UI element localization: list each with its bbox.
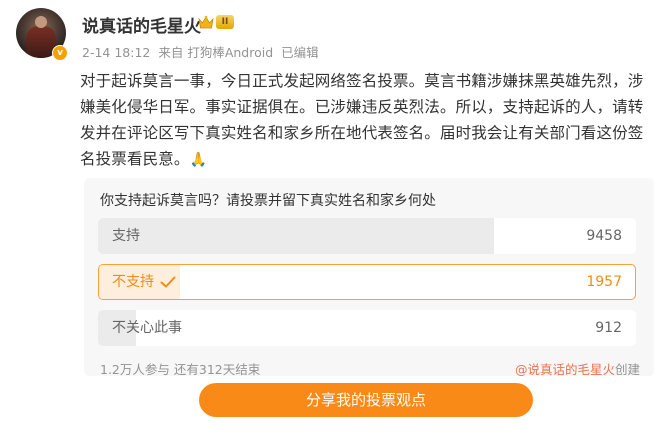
poll-option-support[interactable]: 支持 9458 <box>98 218 636 254</box>
verified-icon: v <box>52 45 68 61</box>
poll-stats: 1.2万人参与 还有312天结束 <box>100 359 260 378</box>
poll-option-count: 912 <box>595 320 622 336</box>
share-vote-button[interactable]: 分享我的投票观点 <box>199 383 533 417</box>
poll-option-indifferent[interactable]: 不关心此事 912 <box>98 310 636 346</box>
post-meta: 2-14 18:12 来自 打狗棒Android 已编辑 <box>82 42 323 61</box>
poll-option-oppose[interactable]: 不支持 1957 <box>98 264 636 300</box>
level-badge-icon: II <box>216 15 234 29</box>
post-text: 对于起诉莫言一事，今日正式发起网络签名投票。莫言书籍涉嫌抹黑英雄先烈，涉嫌美化侵… <box>80 72 644 168</box>
poll-option-label: 不支持 <box>112 265 176 299</box>
post-body: 对于起诉莫言一事，今日正式发起网络签名投票。莫言书籍涉嫌抹黑英雄先烈，涉嫌美化侵… <box>80 68 646 173</box>
post-edited[interactable]: 已编辑 <box>281 45 319 60</box>
poll-remaining: 还有312天结束 <box>173 362 261 377</box>
poll-creator-link[interactable]: @说真话的毛星火 <box>515 362 615 377</box>
poll-participants: 1.2万人参与 <box>100 362 170 377</box>
post-source[interactable]: 来自 打狗棒Android <box>158 45 273 60</box>
crown-icon <box>198 15 214 29</box>
poll-card: 你支持起诉莫言吗？请投票并留下真实姓名和家乡何处 支持 9458 不支持 195… <box>84 178 654 378</box>
poll-question: 你支持起诉莫言吗？请投票并留下真实姓名和家乡何处 <box>100 193 436 209</box>
poll-option-label: 不关心此事 <box>112 320 182 336</box>
poll-option-label-text: 不支持 <box>112 274 154 290</box>
post-date: 2-14 18:12 <box>82 45 151 60</box>
poll-option-fill <box>98 218 494 254</box>
poll-creator: @说真话的毛星火创建 <box>515 359 640 378</box>
poll-option-count: 1957 <box>586 274 622 290</box>
username[interactable]: 说真话的毛星火 <box>82 12 201 37</box>
check-icon <box>160 276 176 288</box>
poll-option-count: 9458 <box>586 228 622 244</box>
poll-option-label: 支持 <box>112 228 140 244</box>
poll-creator-suffix: 创建 <box>614 362 640 377</box>
pray-emoji-icon: 🙏 <box>189 152 208 168</box>
